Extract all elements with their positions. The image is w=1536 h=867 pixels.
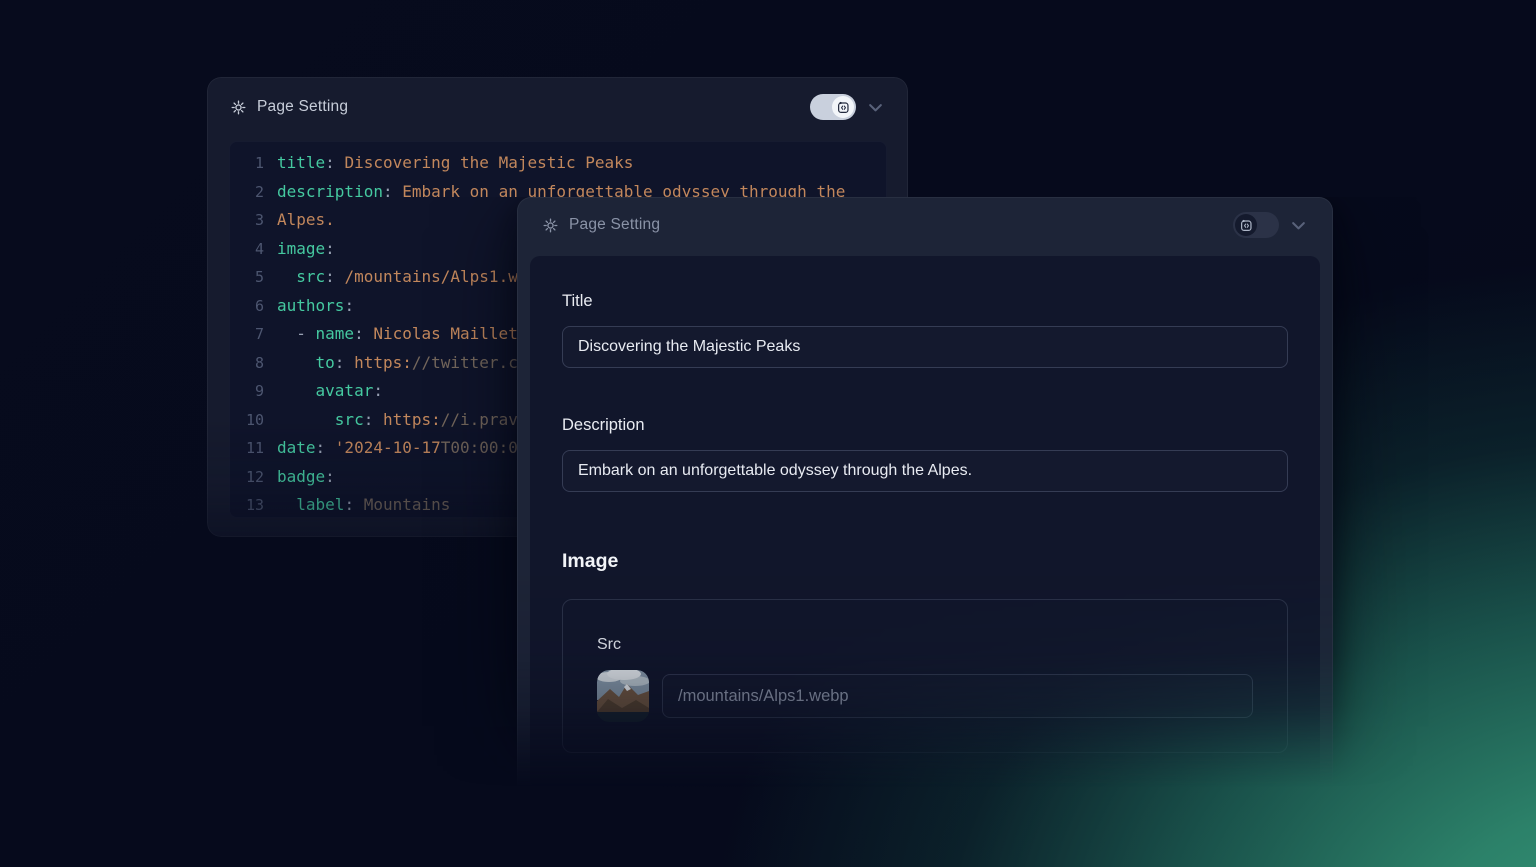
chevron-down-icon[interactable] [866, 98, 885, 117]
toggle-knob[interactable] [1235, 214, 1257, 236]
code-token-val: Alpes. [277, 206, 335, 235]
code-token-plain [277, 491, 296, 518]
code-token-punc: : [383, 178, 402, 207]
code-token-punc: : [325, 149, 344, 178]
code-token-punc: : [325, 463, 335, 492]
line-number: 9 [240, 377, 264, 406]
code-token-punc: : [335, 349, 354, 378]
code-token-key: src [296, 263, 325, 292]
code-token-punc: : [325, 235, 335, 264]
line-number: 3 [240, 206, 264, 235]
code-token-key: label [296, 491, 344, 518]
src-label: Src [597, 636, 1253, 654]
title-label: Title [562, 292, 1288, 311]
line-number: 6 [240, 292, 264, 321]
src-row [597, 670, 1253, 722]
code-token-key: src [335, 406, 364, 435]
gear-icon [542, 217, 559, 234]
page-setting-form-panel: Page Setting Title Description Image [517, 197, 1333, 800]
line-number: 7 [240, 320, 264, 349]
form-panel-fade-wrapper: Page Setting Title Description Image [417, 197, 1433, 867]
code-panel-title: Page Setting [257, 98, 348, 116]
code-token-val: Discovering the Majestic Peaks [344, 149, 633, 178]
line-number: 12 [240, 463, 264, 492]
line-number: 11 [240, 434, 264, 463]
title-field-group: Title [562, 292, 1288, 368]
code-view-toggle[interactable] [810, 94, 856, 120]
form-panel-header: Page Setting [518, 198, 1332, 252]
image-card: Src [562, 599, 1288, 753]
code-token-punc: : [316, 434, 335, 463]
line-number: 10 [240, 406, 264, 435]
form-panel-title: Page Setting [569, 216, 660, 234]
code-token-plain [277, 349, 316, 378]
code-token-key: title [277, 149, 325, 178]
code-token-key: image [277, 235, 325, 264]
code-token-key: badge [277, 463, 325, 492]
code-token-punc: : [373, 377, 383, 406]
code-token-key: description [277, 178, 383, 207]
line-number: 5 [240, 263, 264, 292]
description-input[interactable] [562, 450, 1288, 492]
description-label: Description [562, 416, 1288, 435]
code-token-key: avatar [316, 377, 374, 406]
line-number: 2 [240, 178, 264, 207]
line-number: 13 [240, 491, 264, 518]
gear-icon [230, 99, 247, 116]
code-square-icon [1240, 219, 1253, 232]
code-token-punc: : [354, 320, 373, 349]
image-src-input[interactable] [662, 674, 1253, 718]
code-line: 1 title: Discovering the Majestic Peaks [240, 149, 876, 178]
description-field-group: Description [562, 416, 1288, 492]
code-token-plain [277, 406, 335, 435]
form-view-toggle[interactable] [1233, 212, 1279, 238]
code-square-icon [837, 101, 850, 114]
code-token-punc: : [344, 292, 354, 321]
code-token-punc: : [344, 491, 363, 518]
code-token-punc: - [277, 320, 316, 349]
code-token-key: authors [277, 292, 344, 321]
title-input[interactable] [562, 326, 1288, 368]
code-token-key: to [316, 349, 335, 378]
code-token-plain [277, 263, 296, 292]
code-panel-header: Page Setting [208, 78, 907, 136]
form-body: Title Description Image Src [530, 256, 1320, 789]
code-token-punc: : [364, 406, 383, 435]
code-token-key: name [316, 320, 355, 349]
code-token-punc: : [325, 263, 344, 292]
image-section-heading: Image [562, 550, 1288, 573]
line-number: 4 [240, 235, 264, 264]
line-number: 1 [240, 149, 264, 178]
toggle-knob[interactable] [832, 96, 854, 118]
mountain-photo-thumbnail[interactable] [597, 670, 649, 722]
desktop-background: Page Setting 1 title: Discovering the Maj… [0, 0, 1536, 867]
line-number: 8 [240, 349, 264, 378]
field-list: Title Description [562, 292, 1288, 492]
code-token-val: https: [354, 349, 412, 378]
code-token-key: date [277, 434, 316, 463]
chevron-down-icon[interactable] [1289, 216, 1308, 235]
code-token-plain [277, 377, 316, 406]
